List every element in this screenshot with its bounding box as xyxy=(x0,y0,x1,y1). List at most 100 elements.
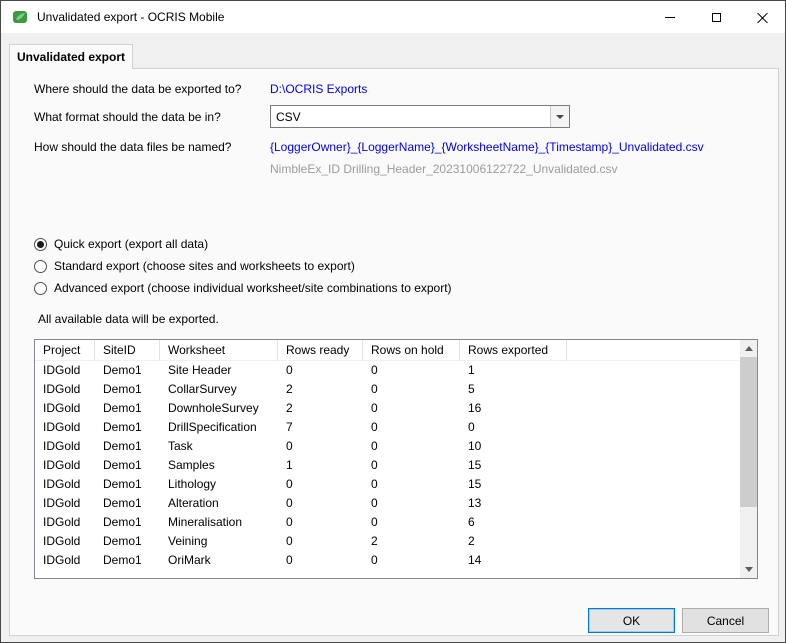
table-cell: Demo1 xyxy=(103,496,142,510)
table-cell: IDGold xyxy=(43,382,81,396)
table-cell: IDGold xyxy=(43,420,81,434)
table-row[interactable]: IDGold Demo1 Task 0 0 10 xyxy=(35,437,757,456)
radio-icon[interactable] xyxy=(34,237,47,251)
table-cell: 15 xyxy=(468,477,482,491)
table-cell: 0 xyxy=(286,553,293,567)
table-cell: Demo1 xyxy=(103,477,142,491)
table-cell: Demo1 xyxy=(103,363,142,377)
scrollbar-thumb[interactable] xyxy=(740,357,757,507)
table-cell: 2 xyxy=(286,401,293,415)
maximize-icon xyxy=(711,12,721,22)
table-cell: 0 xyxy=(286,477,293,491)
table-cell: Demo1 xyxy=(103,458,142,472)
table-cell: 1 xyxy=(286,458,293,472)
arrow-down-icon xyxy=(744,567,753,572)
export-to-path-link[interactable]: D:\OCRIS Exports xyxy=(270,82,367,96)
table-cell: IDGold xyxy=(43,363,81,377)
table-cell: Mineralisation xyxy=(168,515,243,529)
table-row[interactable]: IDGold Demo1 DownholeSurvey 2 0 16 xyxy=(35,399,757,418)
combo-dropdown-button[interactable] xyxy=(550,106,569,127)
table-cell: IDGold xyxy=(43,439,81,453)
column-header[interactable]: SiteID xyxy=(95,340,160,361)
table-cell: 1 xyxy=(468,363,475,377)
radio-option-1[interactable]: Standard export (choose sites and worksh… xyxy=(34,255,452,277)
table-cell: IDGold xyxy=(43,401,81,415)
column-header[interactable]: Rows on hold xyxy=(363,340,460,361)
table-cell: IDGold xyxy=(43,496,81,510)
table-cell: 7 xyxy=(286,420,293,434)
close-button[interactable] xyxy=(739,1,785,33)
radio-label: Standard export (choose sites and worksh… xyxy=(54,259,355,273)
chevron-down-icon xyxy=(556,114,564,119)
table-row[interactable]: IDGold Demo1 DrillSpecification 7 0 0 xyxy=(35,418,757,437)
column-header[interactable]: Rows ready xyxy=(278,340,363,361)
radio-icon[interactable] xyxy=(34,281,47,295)
table-cell: 2 xyxy=(286,382,293,396)
table-row[interactable]: IDGold Demo1 Veining 0 2 2 xyxy=(35,532,757,551)
export-table: Project SiteID Worksheet Rows ready Rows on … xyxy=(34,339,758,579)
table-cell: IDGold xyxy=(43,515,81,529)
table-cell: Demo1 xyxy=(103,382,142,396)
table-cell: Demo1 xyxy=(103,420,142,434)
table-cell: Site Header xyxy=(168,363,232,377)
table-cell: 0 xyxy=(371,515,378,529)
table-row[interactable]: IDGold Demo1 Alteration 0 0 13 xyxy=(35,494,757,513)
table-cell: IDGold xyxy=(43,553,81,567)
format-label: What format should the data be in? xyxy=(34,110,221,124)
column-header[interactable]: Project xyxy=(35,340,95,361)
table-cell: 2 xyxy=(468,534,475,548)
tab-page: Where should the data be exported to? D:… xyxy=(9,68,779,636)
table-cell: DownholeSurvey xyxy=(168,401,259,415)
scroll-up-button[interactable] xyxy=(740,340,757,357)
table-cell: Demo1 xyxy=(103,439,142,453)
ok-button[interactable]: OK xyxy=(588,608,675,633)
cancel-button[interactable]: Cancel xyxy=(682,608,769,633)
format-selected-value: CSV xyxy=(276,109,301,124)
table-cell: 0 xyxy=(286,439,293,453)
table-cell: Demo1 xyxy=(103,515,142,529)
radio-icon[interactable] xyxy=(34,259,47,273)
table-row[interactable]: IDGold Demo1 Mineralisation 0 0 6 xyxy=(35,513,757,532)
table-row[interactable]: IDGold Demo1 Lithology 0 0 15 xyxy=(35,475,757,494)
dialog-window: Unvalidated export - OCRIS Mobile Unvali… xyxy=(0,0,786,643)
radio-label: Quick export (export all data) xyxy=(54,237,209,251)
window-title: Unvalidated export - OCRIS Mobile xyxy=(37,10,225,24)
export-options: Quick export (export all data) Standard … xyxy=(34,233,452,299)
format-select[interactable]: CSV xyxy=(270,105,570,128)
table-cell: 0 xyxy=(371,401,378,415)
table-cell: 6 xyxy=(468,515,475,529)
maximize-button[interactable] xyxy=(693,1,739,33)
table-cell: 0 xyxy=(371,420,378,434)
naming-label: How should the data files be named? xyxy=(34,140,232,154)
table-cell: 13 xyxy=(468,496,482,510)
table-cell: 15 xyxy=(468,458,482,472)
tab-unvalidated-export[interactable]: Unvalidated export xyxy=(9,44,133,69)
column-header[interactable]: Rows exported xyxy=(460,340,567,361)
table-row[interactable]: IDGold Demo1 OriMark 0 0 14 xyxy=(35,551,757,570)
naming-pattern-link[interactable]: {LoggerOwner}_{LoggerName}_{WorksheetNam… xyxy=(270,140,704,154)
table-cell: IDGold xyxy=(43,458,81,472)
app-icon xyxy=(13,11,27,23)
table-cell: Task xyxy=(168,439,193,453)
table-cell: 0 xyxy=(371,458,378,472)
radio-option-0[interactable]: Quick export (export all data) xyxy=(34,233,452,255)
table-cell: Demo1 xyxy=(103,553,142,567)
vertical-scrollbar[interactable] xyxy=(740,340,757,578)
table-cell: IDGold xyxy=(43,477,81,491)
radio-label: Advanced export (choose individual works… xyxy=(54,281,452,295)
table-row[interactable]: IDGold Demo1 CollarSurvey 2 0 5 xyxy=(35,380,757,399)
table-row[interactable]: IDGold Demo1 Samples 1 0 15 xyxy=(35,456,757,475)
scroll-down-button[interactable] xyxy=(740,561,757,578)
table-cell: OriMark xyxy=(168,553,211,567)
naming-example: NimbleEx_ID Drilling_Header_202310061227… xyxy=(270,162,618,176)
column-header[interactable]: Worksheet xyxy=(160,340,278,361)
close-icon xyxy=(757,12,768,23)
radio-option-2[interactable]: Advanced export (choose individual works… xyxy=(34,277,452,299)
table-row[interactable]: IDGold Demo1 Site Header 0 0 1 xyxy=(35,361,757,380)
minimize-button[interactable] xyxy=(647,1,693,33)
table-cell: 5 xyxy=(468,382,475,396)
table-cell: 0 xyxy=(286,363,293,377)
table-cell: 0 xyxy=(371,363,378,377)
table-cell: CollarSurvey xyxy=(168,382,237,396)
table-cell: 0 xyxy=(286,534,293,548)
